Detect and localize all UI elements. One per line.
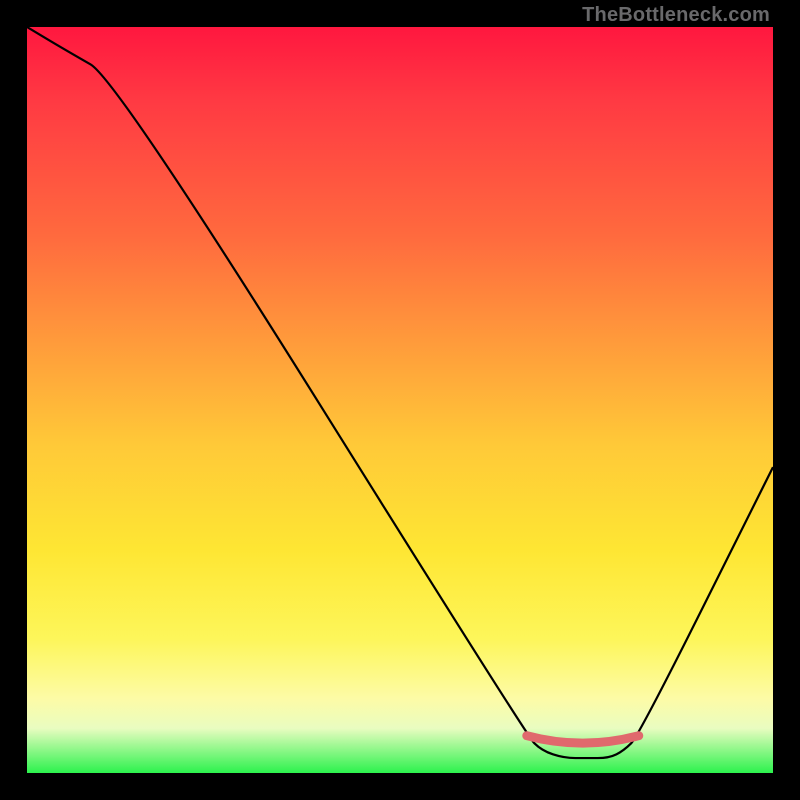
watermark-text: TheBottleneck.com [582,4,770,27]
curve-layer [27,27,773,773]
chart-frame: TheBottleneck.com [0,0,800,800]
plot-area [27,27,773,773]
marker-segment [527,736,639,743]
bottleneck-curve [27,27,773,758]
